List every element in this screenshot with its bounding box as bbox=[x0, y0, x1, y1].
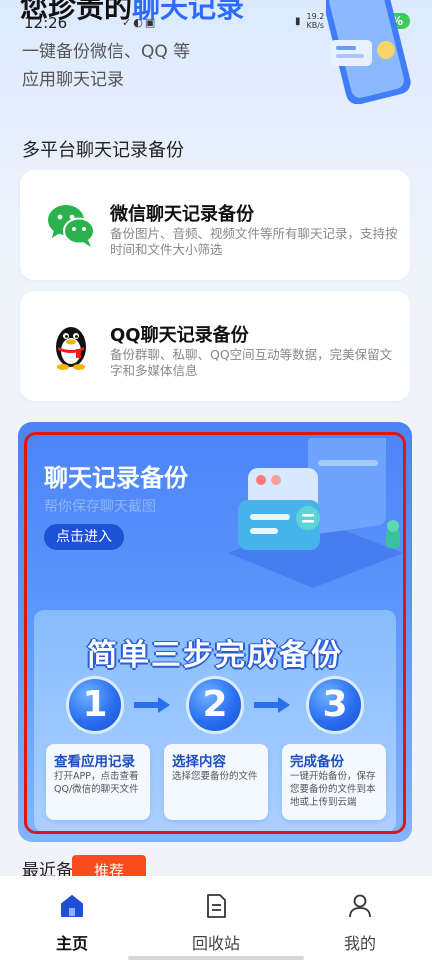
card-description: 备份图片、音频、视频文件等所有聊天记录，支持按时间和文件大小筛选 bbox=[110, 226, 398, 257]
hero-subtitle: 一键备份微信、QQ 等应用聊天记录 bbox=[22, 42, 191, 90]
tab-recycle-bin[interactable]: 回收站 bbox=[171, 892, 261, 954]
step-2-number: 2 bbox=[186, 676, 244, 734]
arrow-right-icon bbox=[254, 697, 290, 713]
chat-documents-illustration bbox=[228, 438, 403, 588]
net-speed: 19.2 KB/s bbox=[306, 12, 325, 30]
tab-label: 回收站 bbox=[191, 934, 240, 953]
vibrate-icon: ▮ bbox=[294, 15, 301, 27]
banner-subtitle: 帮你保存聊天截图 bbox=[44, 499, 156, 515]
step-card-2: 选择内容 选择您要备份的文件 bbox=[164, 744, 268, 820]
tab-profile[interactable]: 我的 bbox=[315, 892, 405, 954]
wechat-backup-card[interactable]: 微信聊天记录备份 备份图片、音频、视频文件等所有聊天记录，支持按时间和文件大小筛… bbox=[20, 170, 410, 280]
home-indicator bbox=[128, 956, 304, 960]
step-1-number: 1 bbox=[66, 676, 124, 734]
enter-button[interactable]: 点击进入 bbox=[44, 524, 124, 550]
step-description: 一键开始备份，保存您要备份的文件到本地或上传到云端 bbox=[290, 771, 376, 808]
chat-backup-banner[interactable]: 聊天记录备份 帮你保存聊天截图 点击进入 简单三步完成备份 1 2 3 查看应用… bbox=[18, 422, 412, 842]
step-card-1: 查看应用记录 打开APP，点击查看QQ/微信的聊天文件 bbox=[46, 744, 150, 820]
qq-penguin-icon bbox=[56, 327, 86, 370]
hero-title-highlight: 聊天记录 bbox=[132, 0, 245, 24]
qq-backup-card[interactable]: QQ聊天记录备份 备份群聊、私聊、QQ空间互动等数据，完美保留文字和多媒体信息 bbox=[20, 291, 410, 401]
profile-icon bbox=[349, 894, 371, 918]
banner-title: 聊天记录备份 bbox=[44, 464, 188, 492]
hero-title: 您珍贵的聊天记录 bbox=[20, 0, 244, 26]
tab-label: 我的 bbox=[343, 934, 376, 953]
card-title: 微信聊天记录备份 bbox=[110, 204, 254, 225]
phone-illustration-icon bbox=[326, 0, 411, 104]
step-title: 查看应用记录 bbox=[54, 754, 135, 770]
wechat-icon bbox=[48, 205, 95, 247]
tab-label: 主页 bbox=[55, 934, 88, 953]
step-3-number: 3 bbox=[306, 676, 364, 734]
step-title: 选择内容 bbox=[172, 754, 226, 770]
recycle-bin-icon bbox=[207, 894, 226, 918]
section-title: 多平台聊天记录备份 bbox=[22, 140, 184, 161]
step-description: 打开APP，点击查看QQ/微信的聊天文件 bbox=[54, 771, 139, 795]
bottom-tab-bar: 主页 回收站 我的 bbox=[0, 876, 432, 964]
three-steps-panel: 简单三步完成备份 1 2 3 查看应用记录 打开APP，点击查看QQ/微信的聊天… bbox=[34, 610, 396, 832]
step-title: 完成备份 bbox=[290, 754, 344, 770]
home-icon bbox=[61, 895, 83, 917]
card-title: QQ聊天记录备份 bbox=[110, 325, 249, 346]
arrow-right-icon bbox=[134, 697, 170, 713]
card-description: 备份群聊、私聊、QQ空间互动等数据，完美保留文字和多媒体信息 bbox=[110, 347, 393, 378]
steps-title: 简单三步完成备份 bbox=[87, 638, 343, 673]
step-card-3: 完成备份 一键开始备份，保存您要备份的文件到本地或上传到云端 bbox=[282, 744, 386, 820]
step-description: 选择您要备份的文件 bbox=[172, 771, 258, 782]
tab-home[interactable]: 主页 bbox=[27, 892, 117, 954]
